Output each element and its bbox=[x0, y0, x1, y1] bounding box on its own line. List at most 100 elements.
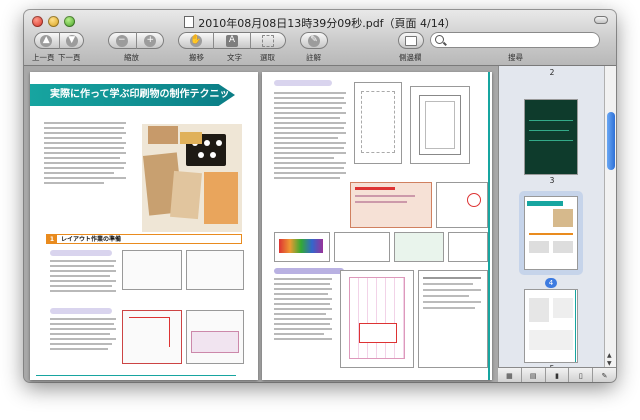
page-icon: ▯ bbox=[578, 371, 583, 380]
text-cursor-icon: A bbox=[225, 34, 238, 47]
text-line bbox=[274, 177, 340, 179]
grid-icon: ▦ bbox=[506, 371, 513, 380]
search-input[interactable] bbox=[448, 33, 597, 47]
text-line bbox=[274, 132, 346, 134]
thumbnail-page-3[interactable] bbox=[525, 100, 577, 174]
text-line bbox=[274, 333, 324, 335]
section-header: 1 レイアウト作業の準備 bbox=[46, 234, 242, 244]
page-navigation-control: ▲ ▼ bbox=[34, 32, 84, 49]
zoom-out-button[interactable]: − bbox=[108, 32, 136, 49]
text-line bbox=[50, 260, 116, 262]
scrollbar-thumb[interactable] bbox=[607, 112, 615, 170]
edit-button[interactable]: ✎ bbox=[593, 368, 616, 382]
pdf-document-icon bbox=[184, 16, 195, 28]
sidebar-scrollbar[interactable]: ▲ ▼ bbox=[604, 66, 616, 367]
annotate-control: ✎ bbox=[300, 32, 328, 49]
thumbnail-page-4[interactable] bbox=[525, 197, 577, 269]
text-line bbox=[44, 182, 104, 184]
screenshot-figure bbox=[334, 232, 390, 262]
screenshot-figure bbox=[436, 182, 488, 228]
text-line bbox=[50, 348, 108, 350]
text-line bbox=[50, 343, 112, 345]
text-line bbox=[44, 167, 124, 169]
text-line bbox=[274, 102, 346, 104]
text-line bbox=[274, 112, 346, 114]
thumbnail-page-number: 3 bbox=[549, 176, 555, 185]
text-line bbox=[274, 122, 346, 124]
text-line bbox=[50, 338, 116, 340]
text-line bbox=[50, 333, 110, 335]
pdf-page-right bbox=[262, 72, 492, 380]
pan-tool-button[interactable]: ✋ bbox=[178, 32, 213, 49]
window-title: 2010年08月08日13時39分09秒.pdf（頁面 4/14） bbox=[24, 15, 616, 31]
next-page-button[interactable]: ▼ bbox=[58, 32, 85, 49]
text-line bbox=[44, 142, 126, 144]
rotate-button[interactable]: ▯ bbox=[569, 368, 594, 382]
annotate-button[interactable]: ✎ bbox=[300, 32, 328, 49]
text-line bbox=[274, 303, 330, 305]
tool-mode-control: ✋ A bbox=[178, 32, 286, 49]
previous-page-button[interactable]: ▲ bbox=[34, 32, 59, 49]
text-tool-button[interactable]: A bbox=[213, 32, 249, 49]
list-view-button[interactable]: ▤ bbox=[522, 368, 546, 382]
document-view[interactable]: 実際に作って学ぶ印刷物の制作テクニック 1 レイアウト作業の準備 bbox=[24, 66, 498, 382]
search-field[interactable] bbox=[430, 32, 600, 48]
zoom-label: 縮放 bbox=[124, 53, 139, 62]
sidebar-label: 側邊欄 bbox=[399, 53, 422, 62]
text-line bbox=[274, 278, 332, 280]
pan-label: 搬移 bbox=[189, 53, 204, 62]
screenshot-figure bbox=[186, 310, 244, 364]
arrow-up-icon: ▲ bbox=[40, 34, 53, 47]
subsection-header bbox=[50, 308, 112, 314]
text-line bbox=[274, 313, 326, 315]
text-line bbox=[274, 97, 344, 99]
dialog-screenshot-figure bbox=[418, 270, 488, 368]
select-label: 選取 bbox=[260, 53, 275, 62]
sidebar-toggle-button[interactable] bbox=[398, 32, 424, 49]
thumbnail-sidebar[interactable]: 2 3 4 5 bbox=[498, 66, 605, 367]
layout-diagram bbox=[354, 82, 402, 164]
page-edge-rule bbox=[488, 72, 490, 380]
text-line bbox=[274, 318, 332, 320]
text-line bbox=[274, 162, 346, 164]
text-line bbox=[50, 275, 110, 277]
zoom-control: − + bbox=[108, 32, 164, 49]
text-line bbox=[44, 157, 120, 159]
thumbnail-grid-view-button[interactable]: ▦ bbox=[498, 368, 522, 382]
text-line bbox=[274, 338, 332, 340]
arrow-down-icon: ▼ bbox=[65, 34, 78, 47]
text-line bbox=[274, 117, 340, 119]
grid-layout-figure bbox=[340, 270, 414, 368]
page-banner-title: 実際に作って学ぶ印刷物の制作テクニック bbox=[30, 84, 235, 106]
sample-print-photo bbox=[142, 124, 242, 232]
text-line bbox=[274, 127, 344, 129]
text-line bbox=[44, 127, 124, 129]
screenshot-figure bbox=[122, 250, 182, 290]
text-line bbox=[44, 147, 124, 149]
scroll-up-arrow-icon[interactable]: ▲ bbox=[607, 352, 612, 359]
text-line bbox=[274, 328, 332, 330]
select-tool-button[interactable] bbox=[249, 32, 286, 49]
contact-sheet-button[interactable]: ▮ bbox=[546, 368, 570, 382]
thumbnail-page-5[interactable] bbox=[525, 290, 577, 362]
text-line bbox=[274, 157, 334, 159]
scroll-down-arrow-icon[interactable]: ▼ bbox=[607, 360, 612, 367]
text-line bbox=[274, 92, 346, 94]
screenshot-figure bbox=[122, 310, 182, 364]
text-line bbox=[50, 280, 116, 282]
pencil-icon: ✎ bbox=[601, 371, 608, 380]
text-line bbox=[274, 147, 344, 149]
sidebar-control bbox=[398, 32, 424, 49]
toolbar-toggle-button[interactable] bbox=[594, 16, 608, 24]
prev-label: 上一頁 bbox=[32, 53, 55, 62]
minus-icon: − bbox=[115, 34, 128, 47]
hand-icon: ✋ bbox=[189, 34, 202, 47]
text-line bbox=[274, 167, 344, 169]
text-line bbox=[50, 328, 116, 330]
search-label: 搜尋 bbox=[508, 53, 523, 62]
text-line bbox=[274, 323, 330, 325]
screenshot-figure bbox=[350, 182, 432, 228]
zoom-in-button[interactable]: + bbox=[135, 32, 165, 49]
search-icon bbox=[435, 35, 444, 44]
text-line bbox=[274, 288, 332, 290]
